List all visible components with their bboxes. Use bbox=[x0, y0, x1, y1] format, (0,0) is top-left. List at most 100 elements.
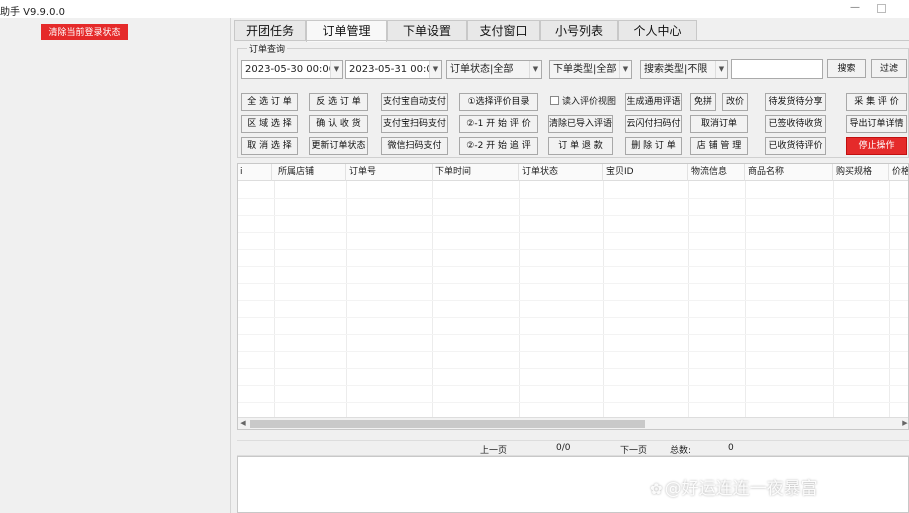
grid-row-divider bbox=[238, 385, 908, 386]
order-table[interactable]: i 所属店铺 订单号 下单时间 订单状态 宝贝ID 物流信息 商品名称 购买规格… bbox=[237, 163, 909, 430]
order-status-value: 订单状态|全部 bbox=[450, 64, 514, 75]
maximize-icon[interactable] bbox=[877, 4, 886, 13]
order-type-value: 下单类型|全部 bbox=[553, 64, 617, 75]
watermark-text: @好运连连一夜暴富 bbox=[664, 479, 818, 499]
start-date-picker[interactable]: 2023-05-30 00:00: ▼ bbox=[241, 60, 343, 79]
tab-group-task[interactable]: 开团任务 bbox=[234, 20, 306, 41]
grid-column-divider bbox=[688, 181, 689, 417]
filter-button[interactable]: 过滤 bbox=[871, 59, 907, 78]
chevron-down-icon: ▼ bbox=[619, 61, 631, 78]
column-header-index[interactable]: i bbox=[238, 164, 272, 181]
order-type-select[interactable]: 下单类型|全部 ▼ bbox=[549, 60, 632, 79]
cancel-order-button[interactable]: 取消订单 bbox=[690, 115, 748, 133]
import-review-image-checkbox[interactable]: 读入评价视图 bbox=[550, 94, 616, 110]
search-input[interactable] bbox=[731, 59, 823, 79]
search-button[interactable]: 搜索 bbox=[827, 59, 866, 78]
minimize-icon[interactable]: — bbox=[848, 1, 862, 15]
grid-column-divider bbox=[833, 181, 834, 417]
column-header-order-time[interactable]: 下单时间 bbox=[433, 164, 519, 181]
range-select-button[interactable]: 区 域 选 择 bbox=[241, 115, 298, 133]
order-status-select[interactable]: 订单状态|全部 ▼ bbox=[446, 60, 542, 79]
grid-row-divider bbox=[238, 266, 908, 267]
scroll-left-icon[interactable]: ◀ bbox=[238, 418, 248, 429]
column-header-price[interactable]: 价格 bbox=[890, 164, 908, 181]
grid-row-divider bbox=[238, 368, 908, 369]
table-header: i 所属店铺 订单号 下单时间 订单状态 宝贝ID 物流信息 商品名称 购买规格… bbox=[238, 164, 908, 181]
grid-row-divider bbox=[238, 402, 908, 403]
delete-order-button[interactable]: 删 除 订 单 bbox=[625, 137, 682, 155]
horizontal-scrollbar[interactable]: ◀ ▶ bbox=[238, 417, 908, 429]
prev-page-button[interactable]: 上一页 bbox=[480, 443, 507, 456]
clear-login-state-button[interactable]: 清除当前登录状态 bbox=[41, 24, 128, 40]
received-pending-review-button[interactable]: 已收货待评价 bbox=[765, 137, 826, 155]
column-header-product-name[interactable]: 商品名称 bbox=[746, 164, 833, 181]
grid-row-divider bbox=[238, 283, 908, 284]
grid-row-divider bbox=[238, 351, 908, 352]
alipay-scan-pay-button[interactable]: 支付宝扫码支付 bbox=[381, 115, 448, 133]
scroll-right-icon[interactable]: ▶ bbox=[900, 418, 908, 429]
change-price-button[interactable]: 改价 bbox=[722, 93, 748, 111]
grid-row-divider bbox=[238, 317, 908, 318]
tab-personal-center[interactable]: 个人中心 bbox=[618, 20, 697, 41]
signed-pending-receipt-button[interactable]: 已签收待收货 bbox=[765, 115, 826, 133]
tab-order-settings[interactable]: 下单设置 bbox=[387, 20, 467, 41]
free-pin-button[interactable]: 免拼 bbox=[690, 93, 716, 111]
grid-column-divider bbox=[432, 181, 433, 417]
total-value: 0 bbox=[728, 443, 734, 453]
tab-order-manage[interactable]: 订单管理 bbox=[306, 20, 387, 42]
search-type-select[interactable]: 搜索类型|不限 ▼ bbox=[640, 60, 728, 79]
column-header-item-id[interactable]: 宝贝ID bbox=[604, 164, 688, 181]
total-label: 总数: bbox=[670, 446, 692, 456]
grid-row-divider bbox=[238, 300, 908, 301]
tab-payment-window[interactable]: 支付窗口 bbox=[467, 20, 540, 41]
column-header-order-status[interactable]: 订单状态 bbox=[520, 164, 603, 181]
collect-review-button[interactable]: 采 集 评 价 bbox=[846, 93, 907, 111]
store-manage-button[interactable]: 店 铺 管 理 bbox=[690, 137, 748, 155]
search-type-value: 搜索类型|不限 bbox=[644, 64, 708, 75]
stop-operation-button[interactable]: 停止操作 bbox=[846, 137, 907, 155]
grid-column-divider bbox=[346, 181, 347, 417]
select-review-dir-button[interactable]: ①选择评价目录 bbox=[459, 93, 538, 111]
grid-row-divider bbox=[238, 232, 908, 233]
import-review-image-label: 读入评价视图 bbox=[562, 97, 617, 107]
next-page-button[interactable]: 下一页 bbox=[620, 443, 647, 456]
confirm-receipt-button[interactable]: 确 认 收 货 bbox=[309, 115, 368, 133]
grid-column-divider bbox=[519, 181, 520, 417]
grid-column-divider bbox=[274, 181, 275, 417]
column-header-spec[interactable]: 购买规格 bbox=[834, 164, 889, 181]
pending-share-button[interactable]: 待发货待分享 bbox=[765, 93, 826, 111]
chevron-down-icon: ▼ bbox=[529, 61, 541, 78]
window-title: 助手 V9.9.0.0 bbox=[0, 7, 66, 18]
scrollbar-thumb[interactable] bbox=[250, 420, 645, 428]
wechat-scan-pay-button[interactable]: 微信扫码支付 bbox=[381, 137, 448, 155]
column-header-store[interactable]: 所属店铺 bbox=[276, 164, 346, 181]
title-bar: 助手 V9.9.0.0 — bbox=[0, 0, 909, 18]
end-date-value: 2023-05-31 00:0( bbox=[349, 64, 437, 75]
update-order-status-button[interactable]: 更新订单状态 bbox=[309, 137, 368, 155]
invert-select-orders-button[interactable]: 反 选 订 单 bbox=[309, 93, 368, 111]
watermark: ✿ @好运连连一夜暴富 bbox=[650, 474, 818, 499]
tab-alt-account-list[interactable]: 小号列表 bbox=[540, 20, 618, 41]
column-header-order-no[interactable]: 订单号 bbox=[347, 164, 433, 181]
alipay-auto-pay-button[interactable]: 支付宝自动支付 bbox=[381, 93, 448, 111]
paw-icon: ✿ bbox=[650, 480, 663, 498]
gen-common-review-button[interactable]: 生成通用评语 bbox=[625, 93, 682, 111]
start-review-2-button[interactable]: ②-2 开 始 追 评 bbox=[459, 137, 538, 155]
chevron-down-icon: ▼ bbox=[715, 61, 727, 78]
chevron-down-icon: ▼ bbox=[429, 61, 441, 78]
left-panel: 清除当前登录状态 bbox=[0, 18, 231, 513]
export-order-detail-button[interactable]: 导出订单详情 bbox=[846, 115, 907, 133]
yunshan-scan-pay-button[interactable]: 云闪付扫码付 bbox=[625, 115, 682, 133]
order-refund-button[interactable]: 订 单 退 款 bbox=[548, 137, 613, 155]
end-date-picker[interactable]: 2023-05-31 00:0( ▼ bbox=[345, 60, 442, 79]
page-info: 0/0 bbox=[556, 443, 571, 453]
grid-column-divider bbox=[745, 181, 746, 417]
select-all-orders-button[interactable]: 全 选 订 单 bbox=[241, 93, 298, 111]
cancel-select-button[interactable]: 取 消 选 择 bbox=[241, 137, 298, 155]
start-review-1-button[interactable]: ②-1 开 始 评 价 bbox=[459, 115, 538, 133]
column-header-logistics[interactable]: 物流信息 bbox=[689, 164, 745, 181]
grid-row-divider bbox=[238, 334, 908, 335]
clear-imported-reviews-button[interactable]: 清除已导入评语 bbox=[548, 115, 613, 133]
grid-column-divider bbox=[889, 181, 890, 417]
start-date-value: 2023-05-30 00:00: bbox=[245, 64, 339, 75]
